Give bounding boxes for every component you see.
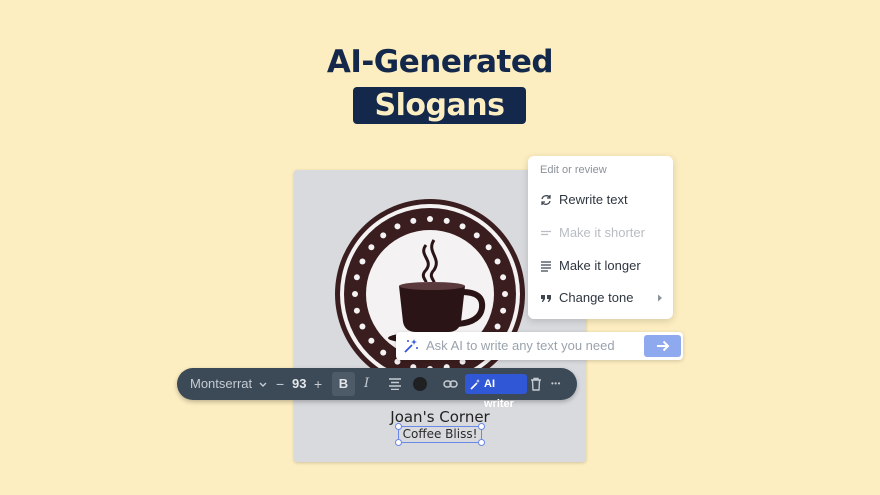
logo-ring-dot — [500, 274, 507, 281]
resize-handle-top-left[interactable] — [395, 423, 402, 430]
logo-ring-dot — [380, 349, 387, 356]
font-size-value[interactable]: 93 — [292, 368, 306, 400]
logo-ring-dot — [494, 323, 501, 330]
more-options-button[interactable]: ••• — [551, 368, 561, 400]
text-color-swatch[interactable] — [413, 377, 427, 391]
menu-item-label: Make it longer — [559, 258, 641, 273]
logo-ring-dot — [502, 291, 508, 297]
quote-icon — [541, 295, 551, 302]
logo-ring-dot — [394, 223, 401, 230]
logo-ring-dot — [368, 244, 375, 251]
logo-ring-dot — [368, 337, 375, 344]
logo-ring-dot — [443, 217, 450, 224]
resize-handle-top-right[interactable] — [478, 423, 485, 430]
logo-ring-dot — [352, 291, 358, 297]
resize-handle-bottom-left[interactable] — [395, 439, 402, 446]
shorter-lines-icon — [541, 230, 551, 236]
menu-item-rewrite-text[interactable]: Rewrite text — [528, 185, 673, 215]
logo-ring-dot — [359, 258, 366, 265]
menu-header: Edit or review — [540, 164, 607, 176]
chevron-right-icon — [658, 294, 662, 302]
page-title-highlight: Slogans — [353, 87, 526, 124]
menu-item-label: Make it shorter — [559, 225, 645, 240]
logo-ring-dot — [353, 307, 360, 314]
font-family-label: Montserrat — [190, 376, 253, 391]
slogan-text[interactable]: Coffee Bliss! — [399, 427, 481, 442]
slogan-text-selection[interactable]: Coffee Bliss! — [395, 423, 485, 446]
trash-icon[interactable] — [530, 377, 542, 391]
increase-font-size-button[interactable]: + — [314, 368, 322, 400]
menu-item-change-tone[interactable]: Change tone — [528, 283, 673, 313]
edit-review-menu: Edit or review Rewrite text Make it shor… — [528, 156, 673, 319]
decrease-font-size-button[interactable]: − — [276, 368, 284, 400]
bold-button[interactable]: B — [332, 372, 355, 396]
logo-ring-dot — [500, 307, 507, 314]
align-center-icon[interactable] — [388, 378, 402, 391]
italic-button[interactable]: I — [364, 368, 369, 400]
page-title: AI-Generated — [326, 44, 554, 80]
logo-ring-dot — [485, 244, 492, 251]
magic-wand-icon — [404, 339, 418, 353]
ai-prompt-placeholder: Ask AI to write any text you need — [426, 338, 615, 353]
link-icon[interactable] — [443, 378, 458, 390]
logo-ring-dot — [353, 274, 360, 281]
logo-ring-dot — [410, 217, 417, 224]
logo-ring-dot — [494, 258, 501, 265]
menu-item-make-longer[interactable]: Make it longer — [528, 251, 673, 281]
refresh-icon — [541, 195, 551, 205]
brand-name-text[interactable]: Joan's Corner — [294, 408, 586, 426]
logo-ring-dot — [473, 232, 480, 239]
logo-ring-dot — [359, 323, 366, 330]
ai-writer-label: AI writer — [484, 378, 514, 410]
arrow-right-icon — [657, 340, 670, 352]
ai-prompt-field[interactable]: Ask AI to write any text you need — [396, 332, 683, 360]
logo-ring-dot — [427, 216, 433, 222]
menu-item-label: Rewrite text — [559, 192, 628, 207]
resize-handle-bottom-right[interactable] — [478, 439, 485, 446]
ai-writer-button[interactable]: AI writer — [465, 374, 527, 410]
send-button[interactable] — [644, 335, 681, 357]
logo-ring-dot — [459, 223, 466, 230]
chevron-down-icon — [259, 382, 267, 387]
longer-lines-icon — [541, 261, 551, 272]
text-toolbar: Montserrat − 93 + B I AI writer ••• — [177, 368, 577, 410]
menu-item-label: Change tone — [559, 290, 634, 305]
magic-wand-icon — [470, 379, 480, 390]
logo-ring-dot — [380, 232, 387, 239]
menu-item-make-shorter[interactable]: Make it shorter — [528, 218, 673, 248]
font-family-select[interactable]: Montserrat — [190, 368, 267, 400]
